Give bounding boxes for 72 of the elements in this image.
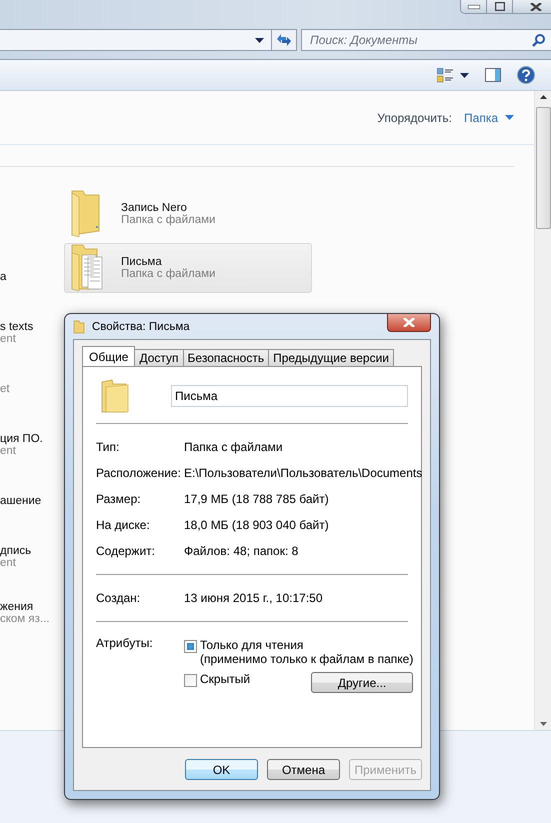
file-type: ent (0, 557, 17, 569)
property-value: E:\Пользователи\Пользователь\Documents (184, 466, 422, 480)
file-name: s texts (0, 321, 34, 333)
file-name: жения (0, 601, 34, 613)
close-icon (402, 318, 416, 327)
checkbox-label: Скрытый (200, 672, 250, 686)
close-button[interactable] (387, 314, 431, 332)
arrange-label: Упорядочить: (377, 110, 452, 124)
minimize-icon (468, 4, 480, 8)
property-value: Файлов: 48; папок: 8 (184, 544, 298, 558)
dropdown-arrow-icon (505, 115, 514, 120)
scrollbar[interactable] (534, 91, 551, 730)
folder-name: Письма (121, 256, 163, 268)
property-value: 13 июня 2015 г., 10:17:50 (184, 591, 322, 605)
checkbox[interactable] (184, 640, 197, 653)
scroll-up-icon (540, 95, 546, 99)
tab[interactable]: Безопасность (182, 349, 270, 366)
view-options-icon (437, 68, 454, 82)
tab[interactable]: Предыдущие версии (268, 349, 394, 366)
dropdown-arrow-icon (255, 38, 264, 42)
tab[interactable]: Общие (82, 346, 136, 366)
file-name: дпись (0, 545, 32, 557)
folder-type: Папка с файлами (121, 214, 216, 226)
property-label: Содержит: (96, 544, 156, 558)
folder-item[interactable]: Письма Папка с файлами (64, 243, 312, 293)
property-value: 17,9 МБ (18 788 785 байт) (184, 492, 329, 506)
checkbox[interactable] (184, 674, 197, 687)
scrollbar-thumb[interactable] (536, 107, 550, 229)
file-type: ском яз... (0, 613, 50, 625)
help-button[interactable] (517, 66, 535, 84)
file-name: ция ПО. (0, 433, 44, 445)
view-button[interactable] (437, 68, 469, 82)
attributes-label: Атрибуты: (96, 636, 154, 652)
property-label: На диске: (96, 518, 151, 532)
property-label: Создан: (96, 591, 142, 605)
refresh-button[interactable] (271, 29, 297, 51)
close-icon (530, 2, 542, 10)
property-label: Размер: (96, 492, 142, 506)
advanced-button[interactable]: Другие... (311, 672, 414, 693)
property-label: Расположение: (96, 466, 182, 480)
address-bar[interactable] (0, 29, 272, 51)
folder-item[interactable]: Запись Nero Папка с файлами (64, 189, 312, 239)
folder-name: Запись Nero (121, 202, 188, 214)
folder-type: Папка с файлами (121, 268, 216, 280)
property-value: Папка с файлами (184, 440, 283, 454)
file-name: ашение (0, 495, 42, 507)
maximize-button[interactable] (487, 0, 513, 13)
maximize-icon (494, 2, 504, 11)
search-field[interactable]: Поиск: Документы (301, 29, 551, 51)
name-field[interactable]: Письма (170, 385, 408, 407)
property-value: 18,0 МБ (18 903 040 байт) (184, 518, 329, 532)
dropdown-arrow-icon (460, 72, 469, 78)
file-name: а (0, 271, 8, 283)
folder-icon (100, 379, 129, 413)
tab[interactable]: Доступ (134, 349, 184, 366)
preview-pane-icon (485, 68, 501, 82)
file-type: et (0, 383, 11, 395)
checkbox-label: Только для чтения (200, 638, 304, 652)
checkbox-note: (применимо только к файлам в папке) (200, 652, 414, 666)
minimize-button[interactable] (461, 0, 487, 13)
refresh-icon (276, 33, 292, 47)
arrange-dropdown[interactable]: Папка (464, 110, 514, 124)
scroll-down-icon (540, 722, 546, 726)
dialog-button[interactable]: OK (185, 759, 258, 780)
file-type: ent (0, 333, 17, 345)
dialog-button[interactable]: Отмена (267, 759, 340, 780)
dialog-title: Свойства: Письма (92, 320, 191, 332)
folder-icon (73, 320, 85, 334)
property-label: Тип: (96, 440, 120, 454)
close-button[interactable] (513, 0, 551, 13)
file-type: ent (0, 445, 17, 457)
preview-pane-button[interactable] (485, 68, 501, 82)
